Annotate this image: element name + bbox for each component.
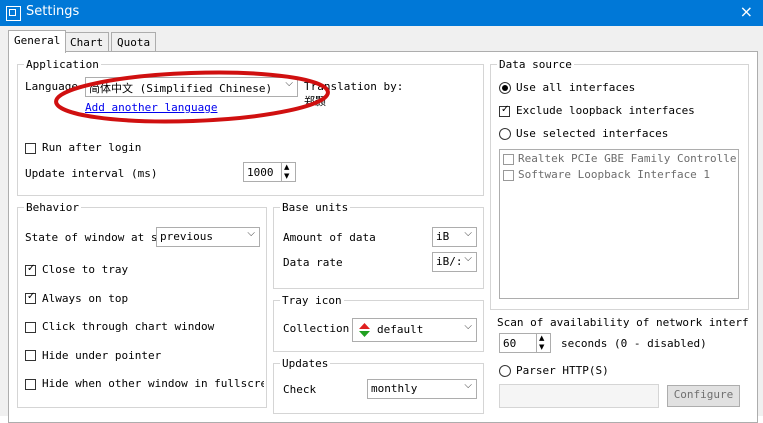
- title-bar: Settings ×: [0, 0, 763, 26]
- use-selected-interfaces-radio[interactable]: [499, 128, 511, 140]
- hide-under-pointer-label: Hide under pointer: [42, 349, 162, 362]
- annotation-ellipse: [54, 70, 330, 124]
- parser-http-label: Parser HTTP(S): [516, 364, 609, 377]
- interface-item: Realtek PCIe GBE Family Controller #3: [518, 152, 739, 165]
- close-to-tray-checkbox[interactable]: [25, 263, 36, 276]
- data-rate-select[interactable]: iB/: ⌵: [432, 252, 477, 272]
- update-interval-value: 1000: [247, 166, 274, 179]
- interfaces-list[interactable]: Realtek PCIe GBE Family Controller #3 So…: [499, 149, 739, 299]
- exclude-loopback-checkbox[interactable]: [499, 104, 510, 117]
- tray-icon-legend: Tray icon: [282, 294, 342, 307]
- interface-checkbox[interactable]: [503, 154, 514, 165]
- tab-general[interactable]: General: [8, 30, 67, 53]
- updates-legend: Updates: [282, 357, 329, 370]
- use-all-interfaces-label: Use all interfaces: [516, 81, 636, 94]
- run-after-login-checkbox[interactable]: [25, 143, 36, 154]
- data-source-legend: Data source: [499, 58, 572, 71]
- window-state-value: previous: [160, 230, 213, 243]
- update-interval-spinner[interactable]: 1000 ▲ ▼: [243, 162, 296, 182]
- hide-under-pointer-checkbox[interactable]: [25, 350, 36, 361]
- run-after-login-label: Run after login: [42, 141, 142, 154]
- chevron-down-icon: ⌵: [464, 380, 472, 391]
- parser-http-radio[interactable]: [499, 365, 511, 377]
- use-selected-interfaces-label: Use selected interfaces: [516, 127, 669, 140]
- window-title: Settings: [26, 4, 80, 19]
- scan-interval-value: 60: [503, 337, 517, 350]
- close-icon[interactable]: ×: [740, 2, 753, 21]
- amount-of-data-value: iB: [436, 230, 450, 243]
- parser-http-input[interactable]: [499, 384, 659, 408]
- check-value: monthly: [371, 382, 418, 395]
- window-state-select[interactable]: previous ⌵: [156, 227, 260, 247]
- spin-up-icon[interactable]: ▲: [284, 163, 289, 171]
- data-rate-value: iB/:: [436, 255, 463, 268]
- check-select[interactable]: monthly ⌵: [367, 379, 477, 399]
- spin-down-icon[interactable]: ▼: [284, 172, 289, 180]
- update-interval-label: Update interval (ms): [25, 167, 158, 180]
- tab-chart[interactable]: Chart: [64, 32, 110, 52]
- scan-label: Scan of availability of network interfac…: [497, 316, 749, 329]
- amount-of-data-select[interactable]: iB ⌵: [432, 227, 477, 247]
- always-on-top-label: Always on top: [42, 292, 129, 305]
- data-rate-label: Data rate: [283, 256, 343, 269]
- configure-button[interactable]: Configure: [667, 385, 740, 407]
- click-through-label: Click through chart window: [42, 320, 215, 333]
- spinner-buttons[interactable]: ▲ ▼: [536, 334, 550, 352]
- interface-checkbox[interactable]: [503, 170, 514, 181]
- chevron-down-icon: ⌵: [247, 228, 255, 239]
- collection-value: default: [377, 323, 424, 336]
- hide-fullscreen-label: Hide when other window in fullscreen m: [42, 377, 264, 390]
- tray-arrows-icon: [359, 323, 370, 337]
- close-to-tray-label: Close to tray: [42, 263, 129, 276]
- amount-of-data-label: Amount of data: [283, 231, 376, 244]
- chevron-down-icon: ⌵: [464, 228, 472, 239]
- tab-quota[interactable]: Quota: [111, 32, 157, 52]
- spin-up-icon[interactable]: ▲: [539, 334, 544, 342]
- always-on-top-checkbox[interactable]: [25, 291, 36, 304]
- chevron-down-icon: ⌵: [464, 253, 472, 264]
- collection-select[interactable]: default ⌵: [352, 318, 477, 342]
- check-label: Check: [283, 383, 317, 396]
- seconds-label: seconds (0 - disabled): [561, 337, 707, 350]
- window-state-label: State of window at st: [25, 231, 156, 244]
- hide-fullscreen-checkbox[interactable]: [25, 379, 36, 390]
- behavior-legend: Behavior: [26, 201, 79, 214]
- click-through-checkbox[interactable]: [25, 322, 36, 333]
- app-icon: [6, 6, 21, 21]
- exclude-loopback-label: Exclude loopback interfaces: [516, 104, 695, 117]
- spinner-buttons[interactable]: ▲ ▼: [281, 163, 295, 181]
- use-all-interfaces-radio[interactable]: [499, 82, 511, 94]
- chevron-down-icon: ⌵: [464, 321, 472, 332]
- collection-label: Collection: [283, 322, 350, 335]
- scan-interval-spinner[interactable]: 60 ▲ ▼: [499, 333, 551, 353]
- interface-item: Software Loopback Interface 1: [518, 168, 711, 181]
- spin-down-icon[interactable]: ▼: [539, 343, 544, 351]
- base-units-legend: Base units: [282, 201, 349, 214]
